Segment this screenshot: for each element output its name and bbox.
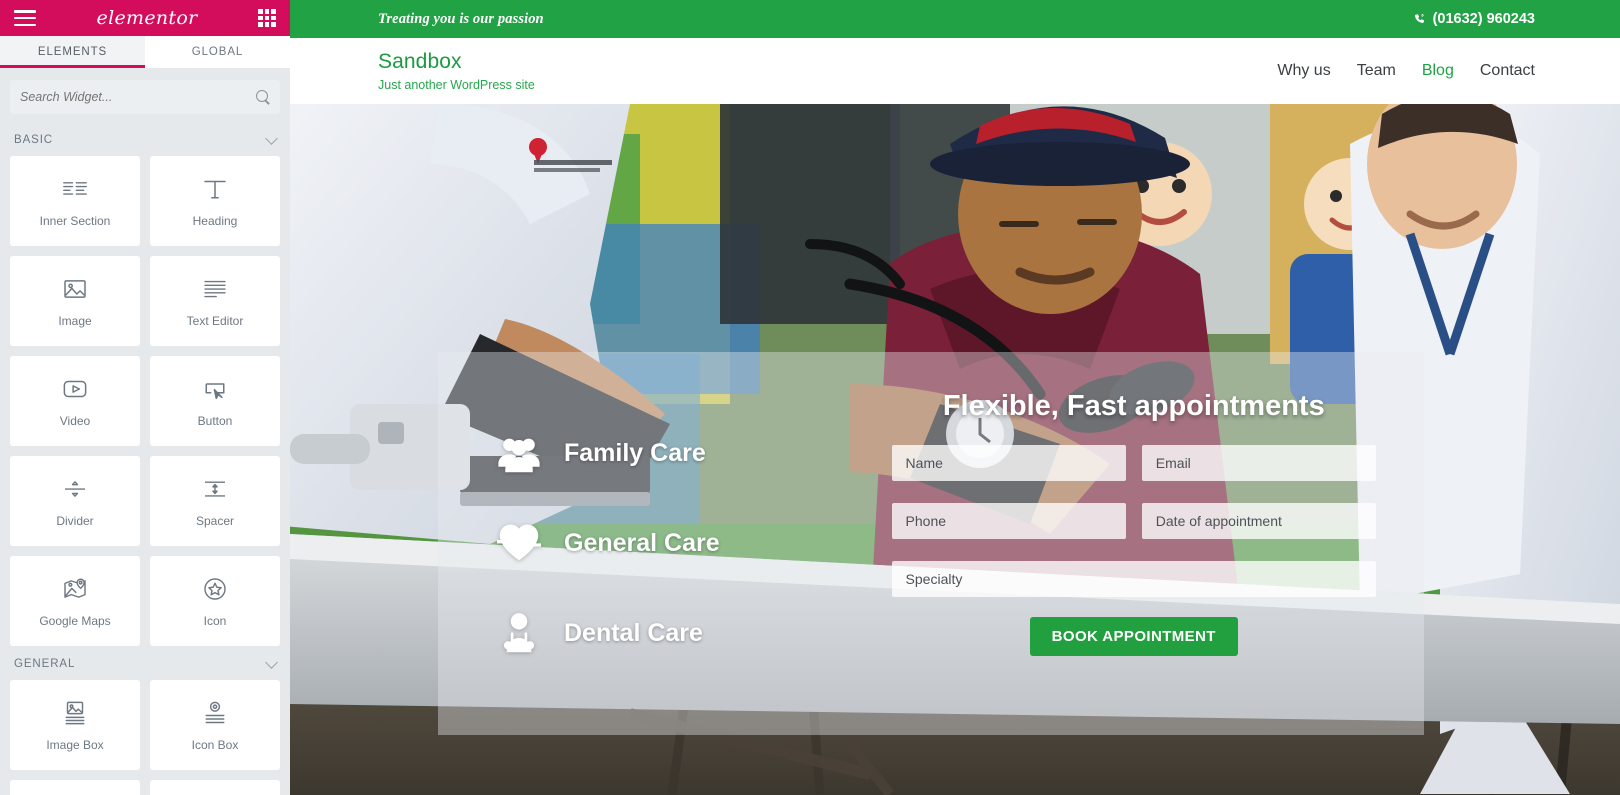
widget-label: Button bbox=[197, 414, 233, 428]
spacer-icon bbox=[200, 474, 230, 504]
nav-item-team[interactable]: Team bbox=[1357, 62, 1396, 80]
divider-icon bbox=[60, 474, 90, 504]
search-input[interactable] bbox=[20, 90, 256, 104]
chevron-down-icon[interactable] bbox=[265, 655, 278, 669]
service-label: General Care bbox=[564, 528, 720, 557]
hero-overlay-panel: Family Care General Care Dental Care Fle… bbox=[438, 352, 1424, 735]
widget-icon-box[interactable]: Icon Box bbox=[150, 680, 280, 770]
panel-tabs: ELEMENTS GLOBAL bbox=[0, 36, 290, 68]
widget-label: Image Box bbox=[46, 738, 104, 752]
nav-item-why-us[interactable]: Why us bbox=[1277, 62, 1330, 80]
name-field[interactable] bbox=[891, 445, 1126, 481]
service-dental-care[interactable]: Dental Care bbox=[496, 610, 892, 656]
site-tagline: Treating you is our passion bbox=[378, 10, 544, 27]
site-header: Sandbox Just another WordPress site Why … bbox=[290, 38, 1620, 104]
email-field[interactable] bbox=[1141, 445, 1377, 481]
heartbeat-icon bbox=[496, 520, 542, 566]
widget-label: Heading bbox=[192, 214, 238, 228]
service-general-care[interactable]: General Care bbox=[496, 520, 892, 566]
widget-list-basic: Inner Section Heading Image Text Editor … bbox=[0, 156, 290, 646]
site-title: Sandbox bbox=[378, 49, 462, 73]
widget-partial-row-right[interactable] bbox=[150, 780, 280, 795]
widget-heading[interactable]: Heading bbox=[150, 156, 280, 246]
phone-number-link[interactable]: (01632) 960243 bbox=[1413, 11, 1535, 27]
image-box-icon bbox=[60, 698, 90, 728]
hero-section: Family Care General Care Dental Care Fle… bbox=[290, 104, 1620, 795]
tab-elements[interactable]: ELEMENTS bbox=[0, 36, 145, 68]
widget-text-editor[interactable]: Text Editor bbox=[150, 256, 280, 346]
category-header-general[interactable]: GENERAL bbox=[0, 646, 290, 680]
elementor-logo: elementor bbox=[96, 7, 198, 29]
primary-navigation: Why us Team Blog Contact bbox=[1277, 62, 1535, 80]
widget-label: Text Editor bbox=[186, 314, 244, 328]
widget-divider[interactable]: Divider bbox=[10, 456, 140, 546]
widget-spacer[interactable]: Spacer bbox=[150, 456, 280, 546]
text-editor-icon bbox=[200, 274, 230, 304]
elementor-widget-panel: elementor ELEMENTS GLOBAL BASIC bbox=[0, 0, 290, 795]
family-group-icon bbox=[496, 430, 542, 476]
google-maps-icon bbox=[60, 574, 90, 604]
star-icon bbox=[200, 574, 230, 604]
service-label: Family Care bbox=[564, 438, 706, 467]
search-icon bbox=[256, 90, 270, 104]
services-list: Family Care General Care Dental Care bbox=[438, 352, 892, 735]
category-label-basic: BASIC bbox=[14, 134, 54, 146]
site-tagline-sub: Just another WordPress site bbox=[378, 78, 535, 93]
date-of-appointment-field[interactable] bbox=[1141, 503, 1377, 539]
elementor-editor: elementor ELEMENTS GLOBAL BASIC bbox=[0, 0, 1620, 795]
widget-button[interactable]: Button bbox=[150, 356, 280, 446]
widget-image[interactable]: Image bbox=[10, 256, 140, 346]
widget-label: Icon Box bbox=[191, 738, 239, 752]
widget-label: Google Maps bbox=[39, 614, 111, 628]
widget-partial-row-left[interactable] bbox=[10, 780, 140, 795]
widget-video[interactable]: Video bbox=[10, 356, 140, 446]
form-row-2 bbox=[891, 503, 1377, 539]
category-label-general: GENERAL bbox=[14, 658, 76, 670]
widget-label: Spacer bbox=[195, 514, 235, 528]
specialty-field[interactable] bbox=[891, 561, 1376, 597]
tab-global[interactable]: GLOBAL bbox=[145, 36, 290, 68]
panel-header: elementor bbox=[0, 0, 290, 36]
widget-label: Video bbox=[59, 414, 91, 428]
widget-google-maps[interactable]: Google Maps bbox=[10, 556, 140, 646]
search-box[interactable] bbox=[10, 80, 280, 114]
appointment-form: Flexible, Fast appointments Name Email P… bbox=[891, 352, 1424, 735]
form-actions: BOOK APPOINTMENT bbox=[892, 617, 1376, 656]
service-label: Dental Care bbox=[564, 618, 703, 647]
doctor-stethoscope-icon bbox=[496, 610, 542, 656]
icon-box-icon bbox=[200, 698, 230, 728]
phone-number-text: (01632) 960243 bbox=[1432, 11, 1535, 27]
nav-item-contact[interactable]: Contact bbox=[1480, 62, 1535, 80]
button-cursor-icon bbox=[200, 374, 230, 404]
phone-ringing-icon bbox=[1414, 13, 1424, 23]
site-topbar: Treating you is our passion (01632) 9602… bbox=[290, 0, 1620, 38]
image-icon bbox=[60, 274, 90, 304]
site-preview: Treating you is our passion (01632) 9602… bbox=[290, 0, 1620, 795]
panel-body: BASIC Inner Section bbox=[0, 68, 290, 795]
search-widget-container bbox=[0, 68, 290, 122]
widget-label: Divider bbox=[56, 514, 94, 528]
phone-field[interactable] bbox=[891, 503, 1126, 539]
form-row-1 bbox=[891, 445, 1377, 481]
form-row-3 bbox=[891, 561, 1376, 597]
form-title: Flexible, Fast appointments bbox=[942, 390, 1325, 422]
category-header-basic[interactable]: BASIC bbox=[0, 122, 290, 156]
heading-t-icon bbox=[200, 174, 230, 204]
book-appointment-button[interactable]: BOOK APPOINTMENT bbox=[1029, 617, 1238, 656]
inner-section-icon bbox=[60, 174, 90, 204]
widget-inner-section[interactable]: Inner Section bbox=[10, 156, 140, 246]
widget-label: Image bbox=[58, 314, 92, 328]
hamburger-icon[interactable] bbox=[14, 10, 36, 26]
widget-image-box[interactable]: Image Box bbox=[10, 680, 140, 770]
widget-icon[interactable]: Icon bbox=[150, 556, 280, 646]
widget-label: Icon bbox=[203, 614, 227, 628]
widget-label: Inner Section bbox=[39, 214, 111, 228]
grid-apps-icon[interactable] bbox=[257, 9, 276, 27]
service-family-care[interactable]: Family Care bbox=[496, 430, 892, 476]
site-branding[interactable]: Sandbox Just another WordPress site bbox=[378, 50, 535, 92]
widget-list-general: Image Box Icon Box bbox=[0, 680, 290, 795]
nav-item-blog[interactable]: Blog bbox=[1422, 62, 1454, 80]
chevron-down-icon[interactable] bbox=[265, 131, 278, 145]
video-play-icon bbox=[60, 374, 90, 404]
